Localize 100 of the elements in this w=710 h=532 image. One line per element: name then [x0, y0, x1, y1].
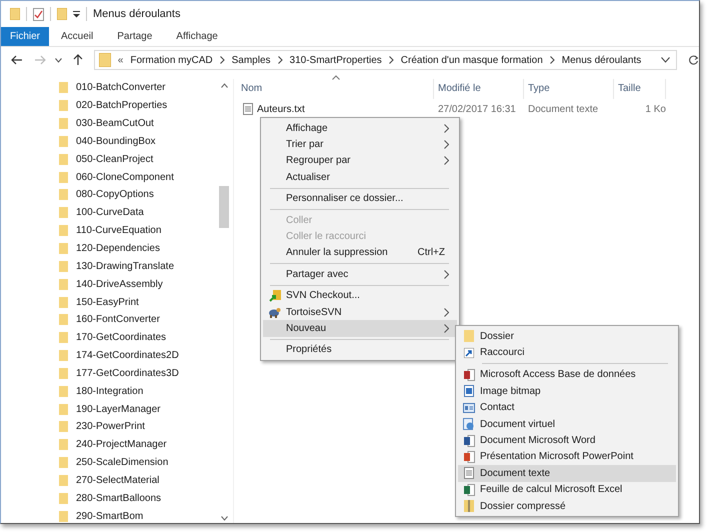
folder-icon: [59, 404, 68, 415]
menu-item[interactable]: Raccourci: [458, 344, 676, 361]
menu-item[interactable]: Présentation Microsoft PowerPoint: [458, 448, 676, 466]
folder-tree-item[interactable]: 170-GetCoordinates: [59, 328, 217, 347]
shortcut-label: Ctrl+Z: [418, 247, 445, 258]
menu-item[interactable]: Annuler la suppression Ctrl+Z: [263, 244, 457, 262]
chevron-icon[interactable]: [278, 56, 283, 64]
folder-tree-item[interactable]: 120-Dependencies: [59, 240, 217, 258]
folder-tree-item[interactable]: 010-BatchConverter: [59, 79, 217, 97]
folder-tree-item[interactable]: 110-CurveEquation: [59, 222, 217, 240]
chevron-icon[interactable]: [388, 56, 394, 64]
folder-tree-item[interactable]: 240-ProjectManager: [59, 436, 217, 454]
folder-tree-item[interactable]: 050-CleanProject: [59, 150, 217, 168]
folder-icon: [59, 457, 68, 468]
column-header[interactable]: Taille: [614, 79, 666, 99]
contact-card-icon: [463, 402, 475, 413]
menu-item[interactable]: Partager avec: [263, 266, 457, 283]
menu-item[interactable]: Propriétés: [263, 342, 457, 358]
menu-item[interactable]: Feuille de calcul Microsoft Excel: [458, 482, 676, 498]
column-header[interactable]: Modifié le: [434, 79, 524, 99]
folder-tree-item[interactable]: 060-CloneComponent: [59, 168, 217, 186]
overflow-button[interactable]: «: [118, 54, 124, 66]
breadcrumb-item[interactable]: Menus déroulants: [562, 54, 642, 66]
ribbon-tab[interactable]: Affichage: [164, 27, 230, 46]
menu-item[interactable]: Regrouper par: [263, 152, 457, 170]
checkout-icon: [268, 290, 280, 302]
text-file-icon: [464, 467, 474, 480]
folder-tree-item[interactable]: 174-GetCoordinates2D: [59, 346, 217, 364]
dropdown-icon[interactable]: [661, 57, 670, 63]
menu-item[interactable]: Dossier: [458, 328, 676, 344]
menu-item[interactable]: Dossier compressé: [458, 498, 676, 514]
table-cell-text: Document texte: [527, 104, 600, 114]
folder-tree-item[interactable]: 250-ScaleDimension: [59, 454, 217, 472]
folder-tree-item[interactable]: 230-PowerPrint: [59, 418, 217, 436]
folder-tree-item[interactable]: 150-EasyPrint: [59, 293, 217, 311]
folder-icon: [59, 439, 68, 450]
folder-tree-item[interactable]: 040-BoundingBox: [59, 132, 217, 150]
folder-tree-item[interactable]: 030-BeamCutOut: [59, 114, 217, 133]
folder-tree-item[interactable]: 140-DriveAssembly: [59, 275, 217, 294]
scroll-thumb[interactable]: [219, 186, 229, 228]
folder-tree-item[interactable]: 177-GetCoordinates3D: [59, 364, 217, 382]
word-document-icon: [464, 434, 474, 447]
folder-icon: [59, 296, 68, 308]
folder-tree-item[interactable]: 080-CopyOptions: [59, 186, 217, 204]
folder-icon: [59, 278, 68, 290]
column-header[interactable]: Nom: [241, 79, 434, 99]
ribbon-tab[interactable]: Accueil: [49, 27, 106, 46]
menu-item[interactable]: SVN Checkout...: [263, 288, 457, 304]
menu-item[interactable]: Affichage: [263, 120, 457, 136]
folder-tree-item[interactable]: 020-BatchProperties: [59, 96, 217, 115]
back-arrow-icon[interactable]: [11, 55, 23, 65]
caret-icon[interactable]: [54, 58, 62, 62]
folder-icon: [59, 243, 68, 254]
folder-icon: [59, 510, 68, 522]
folder-icon: [59, 154, 68, 165]
folder-tree-item[interactable]: 280-SmartBalloons: [59, 489, 217, 508]
menu-item[interactable]: Document texte: [458, 465, 676, 482]
breadcrumb-item[interactable]: Création d'un masque formation: [400, 54, 543, 66]
menu-item[interactable]: Personnaliser ce dossier...: [263, 190, 457, 207]
folder-icon: [98, 53, 111, 67]
sort-icon[interactable]: [332, 75, 340, 80]
chevron-icon[interactable]: [220, 56, 225, 64]
breadcrumb-item[interactable]: Formation myCAD: [130, 54, 213, 66]
file-name[interactable]: Auteurs.txt: [257, 104, 305, 114]
folder-tree-item[interactable]: 160-FontConverter: [59, 310, 217, 329]
menu-item[interactable]: TortoiseSVN: [263, 304, 457, 320]
menu-item[interactable]: Image bitmap: [458, 383, 676, 400]
menu-item[interactable]: Document Microsoft Word: [458, 432, 676, 449]
ribbon-tab[interactable]: Fichier: [1, 27, 50, 46]
folder-icon: [59, 492, 68, 504]
checklist-icon[interactable]: [33, 8, 44, 20]
folder-icon: [59, 350, 68, 362]
menu-item[interactable]: Actualiser: [263, 169, 457, 186]
breadcrumb-item[interactable]: 310-SmartProperties: [290, 54, 382, 66]
folder-icon: [59, 332, 68, 344]
column-header[interactable]: Type: [524, 79, 614, 99]
breadcrumb-item[interactable]: Samples: [232, 54, 271, 66]
menu-item[interactable]: Trier par: [263, 136, 457, 153]
folder-tree-item[interactable]: 190-LayerManager: [59, 400, 217, 418]
menu-item[interactable]: Document virtuel: [458, 416, 676, 432]
menu-item[interactable]: Contact: [458, 400, 676, 416]
scroll-down-icon[interactable]: [220, 516, 228, 521]
address-bar[interactable]: « Formation myCAD Samples 310-SmartProperties Création d'un masque formation Menus déroulants: [94, 50, 678, 70]
folder-tree-item[interactable]: 270-SelectMaterial: [59, 472, 217, 490]
spreadsheet-file-icon: [464, 484, 474, 496]
folder-icon: [59, 314, 68, 326]
ribbon-tab[interactable]: Partage: [105, 27, 164, 46]
folder-tree-item[interactable]: 180-Integration: [59, 382, 217, 400]
folder-tree-item[interactable]: 290-SmartBom: [59, 507, 217, 523]
folder-tree-item[interactable]: 130-DrawingTranslate: [59, 257, 217, 276]
up-arrow-icon[interactable]: [72, 54, 83, 66]
dropdown-icon[interactable]: [73, 10, 80, 18]
folder-icon: [59, 118, 68, 130]
folder-tree-item[interactable]: 100-CurveData: [59, 204, 217, 222]
menu-item[interactable]: Nouveau: [263, 320, 457, 337]
menu-item[interactable]: Microsoft Access Base de données: [458, 366, 676, 384]
scroll-up-icon[interactable]: [220, 83, 228, 88]
presentation-file-icon: [464, 450, 474, 463]
chevron-icon[interactable]: [550, 56, 555, 64]
refresh-icon[interactable]: [688, 54, 699, 66]
